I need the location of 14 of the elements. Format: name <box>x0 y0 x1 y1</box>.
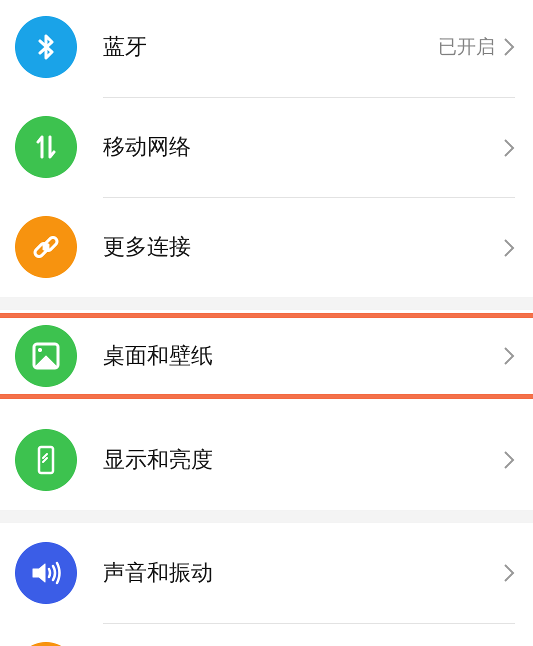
chevron-icon <box>503 138 515 158</box>
chevron-icon <box>503 238 515 258</box>
setting-label: 移动网络 <box>103 134 192 162</box>
setting-label: 更多连接 <box>103 234 192 262</box>
setting-label: 桌面和壁纸 <box>103 342 214 370</box>
setting-label: 声音和振动 <box>103 560 214 588</box>
setting-label: 显示和亮度 <box>103 446 214 474</box>
chevron-icon <box>503 563 515 583</box>
chevron-icon <box>503 346 515 366</box>
chevron-icon <box>503 450 515 470</box>
chevron-icon <box>503 37 515 57</box>
setting-value: 已开启 <box>438 34 495 60</box>
highlighted-setting-row[interactable]: 桌面和壁纸 <box>0 313 533 399</box>
setting-label: 蓝牙 <box>103 34 148 62</box>
